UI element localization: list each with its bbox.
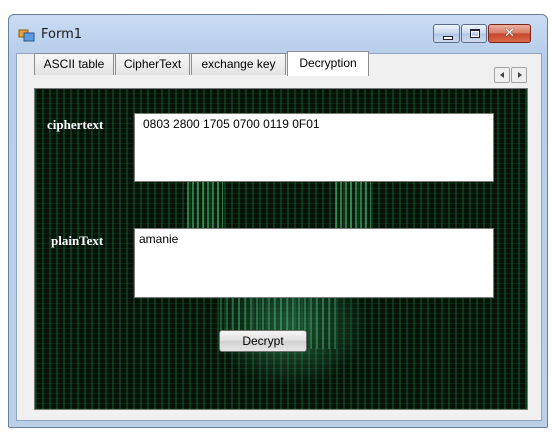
tab-ascii-table[interactable]: ASCII table — [34, 53, 114, 75]
plaintext-field[interactable]: amanie — [134, 228, 494, 298]
title-bar[interactable]: Form1 ✕ — [9, 15, 547, 53]
scroll-left-icon — [500, 72, 504, 78]
close-button[interactable]: ✕ — [488, 24, 531, 43]
minimize-button[interactable] — [433, 24, 460, 43]
close-icon: ✕ — [504, 26, 515, 41]
tab-scroll-left-button[interactable] — [494, 67, 510, 83]
decrypt-button[interactable]: Decrypt — [219, 330, 307, 352]
scroll-right-icon — [518, 72, 522, 78]
maximize-icon — [470, 29, 480, 38]
ciphertext-label: ciphertext — [47, 117, 104, 132]
tab-ciphertext[interactable]: CipherText — [115, 53, 190, 75]
tab-scroll-right-button[interactable] — [511, 67, 527, 83]
tab-exchange-key[interactable]: exchange key — [191, 53, 286, 75]
window-title: Form1 — [41, 27, 83, 42]
minimize-icon — [443, 36, 453, 40]
tab-decryption[interactable]: Decryption — [287, 51, 369, 76]
ciphertext-field[interactable]: 0803 2800 1705 0700 0119 0F01 — [134, 113, 494, 182]
maximize-button[interactable] — [461, 24, 487, 43]
tab-scroll-buttons — [494, 67, 528, 83]
plaintext-label: plainText — [51, 233, 104, 248]
app-icon — [18, 29, 35, 42]
